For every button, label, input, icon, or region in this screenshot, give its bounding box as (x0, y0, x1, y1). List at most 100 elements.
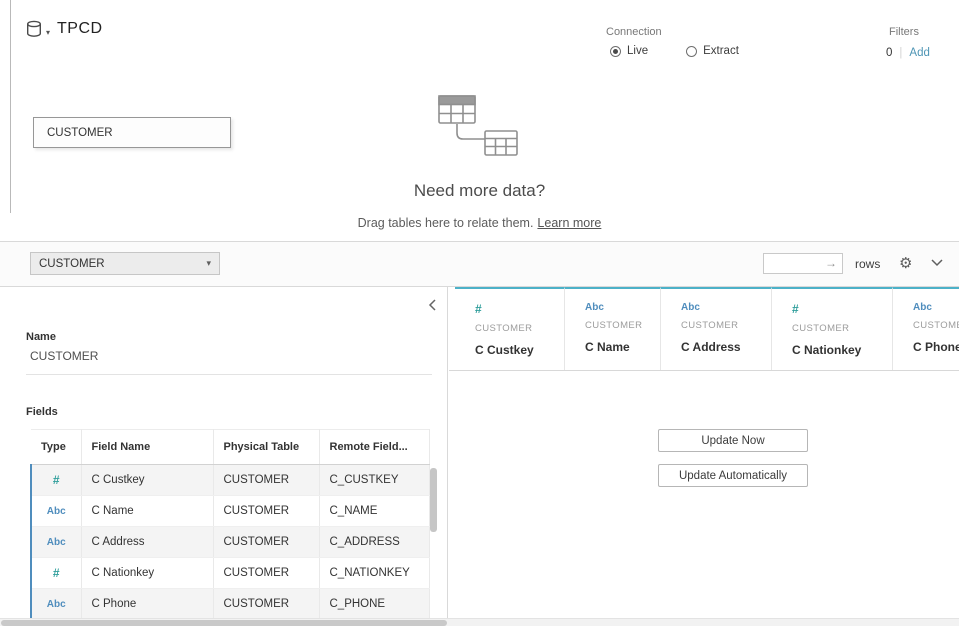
grid-column-table: CUSTOMER (475, 323, 564, 334)
physical-table-cell: CUSTOMER (213, 589, 319, 619)
collapse-panel-icon[interactable] (428, 298, 437, 312)
grid-column-table: CUSTOMER (585, 320, 660, 331)
remote-field-cell: C_NATIONKEY (319, 558, 429, 589)
filters-count: 0 (886, 47, 892, 59)
grid-column-field: C Phone (913, 340, 959, 354)
grid-column-table: CUSTOMER (913, 320, 959, 331)
number-type-icon[interactable]: # (53, 566, 60, 580)
field-row-c-custkey[interactable]: # C Custkey CUSTOMER C_CUSTKEY (31, 465, 429, 496)
physical-table-cell: CUSTOMER (213, 496, 319, 527)
field-name-cell[interactable]: C Nationkey (81, 558, 213, 589)
number-type-icon[interactable]: # (53, 473, 60, 487)
grid-column-field: C Name (585, 340, 660, 354)
horizontal-scrollbar-thumb[interactable] (1, 620, 447, 626)
radio-live[interactable]: Live (610, 45, 648, 57)
number-type-icon: # (475, 302, 564, 316)
grid-column-c-phone[interactable]: Abc CUSTOMER C Phone (893, 287, 959, 370)
filters-separator: | (899, 47, 902, 59)
col-header-type[interactable]: Type (31, 430, 81, 465)
remote-field-cell: C_PHONE (319, 589, 429, 619)
grid-column-table: CUSTOMER (792, 323, 892, 334)
field-row-c-phone[interactable]: Abc C Phone CUSTOMER C_PHONE (31, 589, 429, 619)
remote-field-cell: C_NAME (319, 496, 429, 527)
col-header-remote-field[interactable]: Remote Field... (319, 430, 429, 465)
table-toolbar: CUSTOMER ▾ → rows ⚙ (0, 242, 959, 287)
field-name-cell[interactable]: C Name (81, 496, 213, 527)
rows-label: rows (855, 257, 880, 271)
name-label: Name (26, 331, 56, 343)
field-row-c-nationkey[interactable]: # C Nationkey CUSTOMER C_NATIONKEY (31, 558, 429, 589)
table-chip-customer[interactable]: CUSTOMER (33, 117, 231, 148)
remote-field-cell: C_ADDRESS (319, 527, 429, 558)
string-type-icon[interactable]: Abc (47, 599, 66, 610)
grid-column-field: C Nationkey (792, 343, 892, 357)
rows-count-input[interactable] (764, 255, 842, 274)
caret-down-icon: ▾ (206, 258, 211, 269)
field-details-panel: Name CUSTOMER Fields Type Field Name Phy… (0, 287, 448, 618)
table-select-dropdown[interactable]: CUSTOMER ▾ (30, 252, 220, 275)
radio-extract-label: Extract (703, 45, 739, 57)
empty-state-text: Drag tables here to relate them. (358, 216, 534, 230)
field-row-c-name[interactable]: Abc C Name CUSTOMER C_NAME (31, 496, 429, 527)
number-type-icon: # (792, 302, 892, 316)
string-type-icon[interactable]: Abc (47, 537, 66, 548)
horizontal-scrollbar[interactable] (0, 618, 959, 626)
field-name-cell[interactable]: C Custkey (81, 465, 213, 496)
connection-label: Connection (606, 26, 662, 38)
string-type-icon: Abc (913, 302, 959, 313)
radio-extract[interactable]: Extract (686, 45, 739, 57)
connection-group: Connection (606, 26, 662, 38)
grid-column-c-name[interactable]: Abc CUSTOMER C Name (565, 287, 661, 370)
col-header-physical-table[interactable]: Physical Table (213, 430, 319, 465)
database-icon (26, 20, 42, 38)
grid-column-table: CUSTOMER (681, 320, 771, 331)
update-now-button[interactable]: Update Now (658, 429, 808, 452)
table-select-value: CUSTOMER (39, 258, 105, 270)
update-automatically-button[interactable]: Update Automatically (658, 464, 808, 487)
radio-live-icon[interactable] (610, 46, 621, 57)
radio-extract-icon[interactable] (686, 46, 697, 57)
caret-down-icon: ▾ (46, 28, 50, 38)
remote-field-cell: C_CUSTKEY (319, 465, 429, 496)
relate-tables-icon (437, 94, 529, 160)
chevron-down-icon[interactable] (931, 259, 943, 267)
fields-label: Fields (26, 406, 58, 418)
rows-count-field-wrap: → (763, 253, 843, 274)
physical-table-cell: CUSTOMER (213, 527, 319, 558)
string-type-icon: Abc (585, 302, 660, 313)
empty-state-title: Need more data? (0, 181, 959, 201)
grid-header-divider (449, 370, 959, 371)
table-chip-label: CUSTOMER (47, 127, 113, 139)
canvas-area: ▾ TPCD Connection Live Extract Filters 0… (0, 0, 959, 242)
add-filter-link[interactable]: Add (909, 47, 929, 59)
learn-more-link[interactable]: Learn more (537, 216, 601, 230)
data-preview-panel: # CUSTOMER C Custkey Abc CUSTOMER C Name… (449, 287, 959, 618)
fields-table-scrollbar[interactable] (430, 468, 437, 532)
string-type-icon: Abc (681, 302, 771, 313)
physical-table-cell: CUSTOMER (213, 465, 319, 496)
field-name-cell[interactable]: C Address (81, 527, 213, 558)
field-name-cell[interactable]: C Phone (81, 589, 213, 619)
filters-group: Filters 0 | Add (886, 26, 930, 59)
radio-live-label: Live (627, 45, 648, 57)
grid-column-field: C Address (681, 340, 771, 354)
grid-column-c-custkey[interactable]: # CUSTOMER C Custkey (455, 287, 565, 370)
connection-options: Live Extract (610, 45, 739, 57)
gear-icon[interactable]: ⚙ (899, 254, 912, 272)
fields-table: Type Field Name Physical Table Remote Fi… (30, 429, 430, 618)
datasource-page: ▾ TPCD Connection Live Extract Filters 0… (0, 0, 959, 626)
col-header-field-name[interactable]: Field Name (81, 430, 213, 465)
grid-column-field: C Custkey (475, 343, 564, 357)
grid-column-c-nationkey[interactable]: # CUSTOMER C Nationkey (772, 287, 893, 370)
physical-table-cell: CUSTOMER (213, 558, 319, 589)
data-grid-header: # CUSTOMER C Custkey Abc CUSTOMER C Name… (455, 287, 959, 370)
datasource-title: TPCD (57, 20, 103, 38)
field-row-c-address[interactable]: Abc C Address CUSTOMER C_ADDRESS (31, 527, 429, 558)
fields-table-header-row: Type Field Name Physical Table Remote Fi… (31, 430, 429, 465)
database-menu-button[interactable]: ▾ (26, 20, 50, 38)
grid-column-c-address[interactable]: Abc CUSTOMER C Address (661, 287, 772, 370)
string-type-icon[interactable]: Abc (47, 506, 66, 517)
filters-label: Filters (886, 26, 930, 38)
table-name-field[interactable]: CUSTOMER (26, 349, 432, 375)
empty-state-subtitle: Drag tables here to relate them.Learn mo… (0, 216, 959, 230)
